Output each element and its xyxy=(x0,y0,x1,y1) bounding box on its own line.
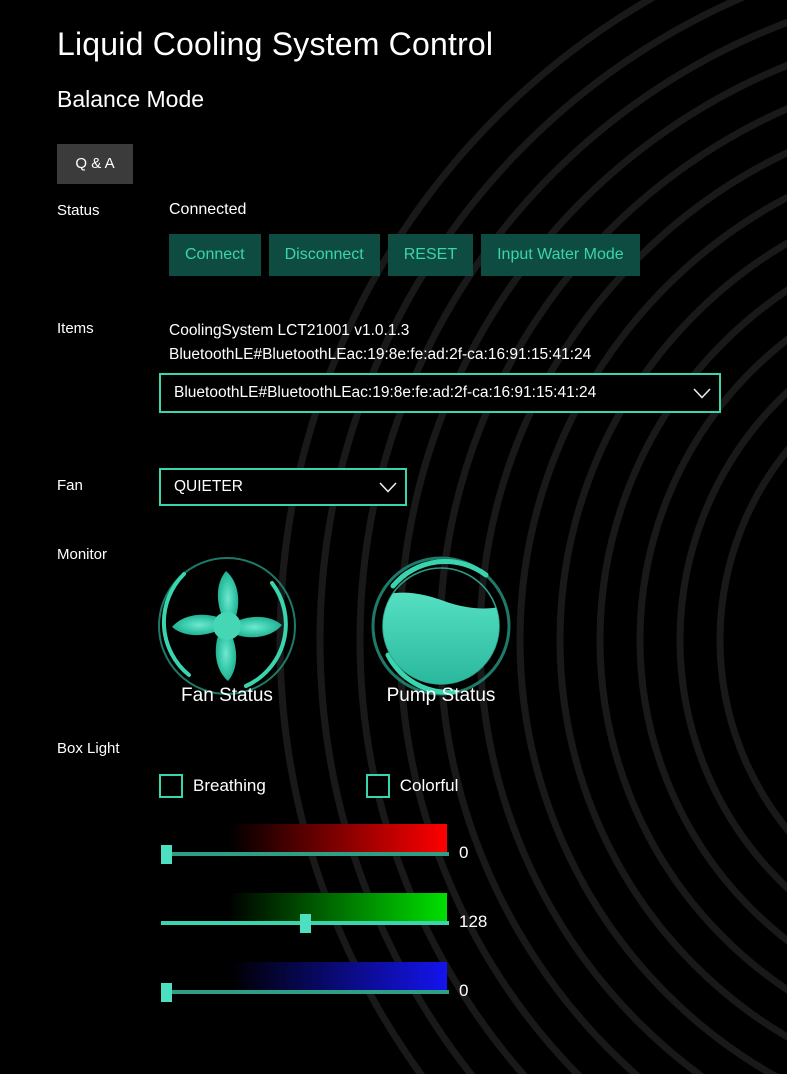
colorful-checkbox-label: Colorful xyxy=(399,776,459,795)
page-title: Liquid Cooling System Control xyxy=(57,26,494,62)
breathing-checkbox-label: Breathing xyxy=(193,776,266,795)
blue-slider-row: 0 xyxy=(159,962,499,1020)
green-slider-value: 128 xyxy=(459,912,488,931)
pump-status-icon xyxy=(371,556,511,696)
green-slider-thumb[interactable] xyxy=(300,914,312,933)
blue-gradient-bar xyxy=(229,962,447,992)
fan-status-icon xyxy=(158,557,296,695)
red-slider-track[interactable] xyxy=(161,852,449,856)
device-select-value: BluetoothLE#BluetoothLEac:19:8e:fe:ad:2f… xyxy=(174,384,597,401)
red-gradient-bar xyxy=(229,824,447,854)
monitor-gauges: Fan Status Pump Status xyxy=(152,553,552,713)
reset-button[interactable]: RESET xyxy=(387,234,474,276)
green-slider-row: 128 xyxy=(159,893,499,951)
chevron-down-icon xyxy=(371,481,405,493)
items-row-label: Items xyxy=(57,320,94,337)
box-light-row-label: Box Light xyxy=(57,740,120,757)
blue-slider-value: 0 xyxy=(459,981,469,1000)
monitor-row-label: Monitor xyxy=(57,546,108,563)
red-slider-value: 0 xyxy=(459,843,469,862)
red-slider-thumb[interactable] xyxy=(161,845,172,864)
chevron-down-icon xyxy=(685,387,719,399)
fan-row-label: Fan xyxy=(57,477,83,494)
disconnect-button[interactable]: Disconnect xyxy=(268,234,380,276)
mode-subtitle: Balance Mode xyxy=(57,86,205,112)
device-address-line: BluetoothLE#BluetoothLEac:19:8e:fe:ad:2f… xyxy=(169,346,592,363)
fan-status-caption: Fan Status xyxy=(181,685,273,706)
input-water-mode-button[interactable]: Input Water Mode xyxy=(481,234,640,276)
box-light-options: Breathing Colorful xyxy=(159,774,458,798)
app-window: Liquid Cooling System Control Balance Mo… xyxy=(0,0,787,1074)
device-select[interactable]: BluetoothLE#BluetoothLEac:19:8e:fe:ad:2f… xyxy=(159,373,721,413)
connection-status-text: Connected xyxy=(169,201,247,218)
device-name-line: CoolingSystem LCT21001 v1.0.1.3 xyxy=(169,322,410,339)
blue-slider-track[interactable] xyxy=(161,990,449,994)
action-button-group: Connect Disconnect RESET Input Water Mod… xyxy=(169,234,640,276)
checkbox-square-icon xyxy=(365,774,390,798)
green-gradient-bar xyxy=(229,893,447,923)
items-info-block: CoolingSystem LCT21001 v1.0.1.3 Bluetoot… xyxy=(169,319,591,367)
red-slider-row: 0 xyxy=(159,824,499,882)
breathing-checkbox[interactable]: Breathing xyxy=(159,774,266,798)
status-row-label: Status xyxy=(57,202,100,219)
qa-button[interactable]: Q & A xyxy=(57,144,133,184)
colorful-checkbox[interactable]: Colorful xyxy=(365,774,459,798)
pump-status-caption: Pump Status xyxy=(386,685,496,706)
fan-mode-select-value: QUIETER xyxy=(174,478,243,495)
checkbox-square-icon xyxy=(159,774,183,798)
connect-button[interactable]: Connect xyxy=(169,234,261,276)
fan-mode-select[interactable]: QUIETER xyxy=(159,468,407,506)
blue-slider-thumb[interactable] xyxy=(161,983,172,1002)
